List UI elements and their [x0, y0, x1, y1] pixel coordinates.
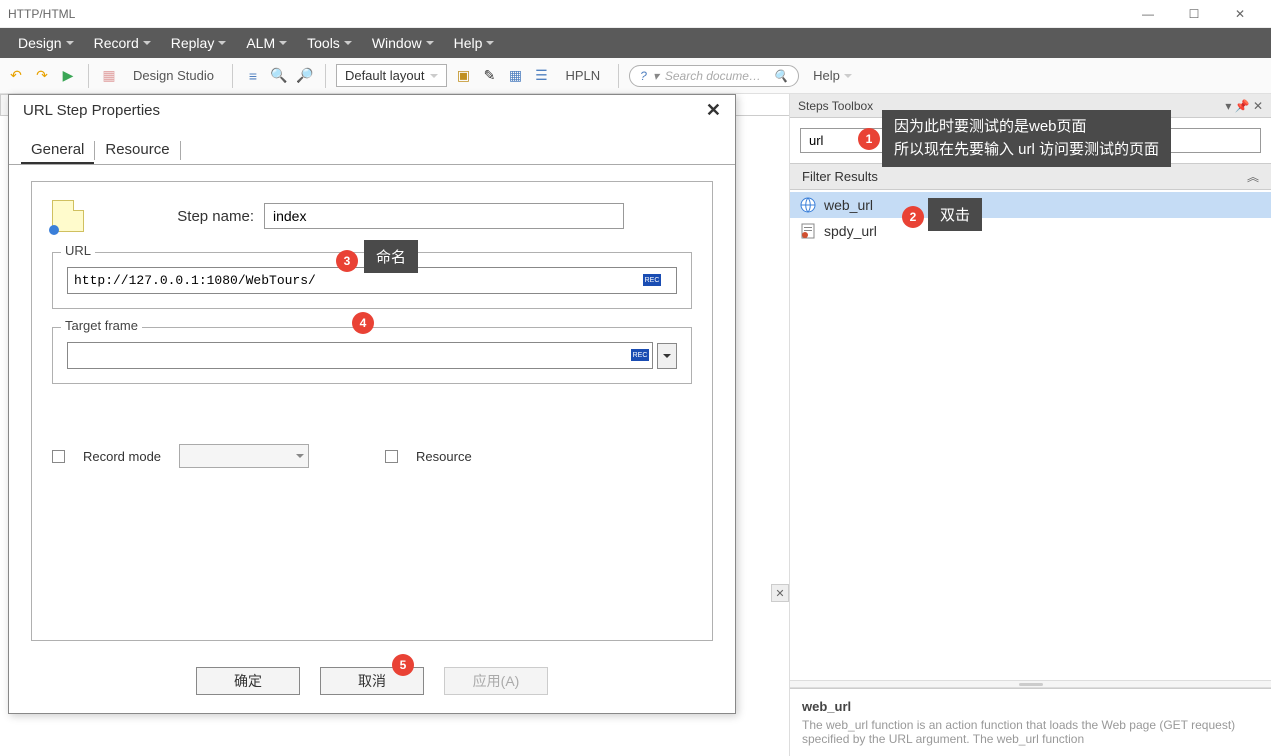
play-icon[interactable]: ▶: [58, 66, 78, 86]
annotation-badge-2: 2: [902, 206, 924, 228]
url-legend: URL: [61, 243, 95, 258]
annotation-badge-3: 3: [336, 250, 358, 272]
help-title: web_url: [802, 699, 1259, 714]
close-button[interactable]: ✕: [1217, 1, 1263, 27]
tab-resource[interactable]: Resource: [95, 137, 179, 164]
page-icon: [800, 223, 816, 239]
rec-tag-icon: REC: [643, 274, 661, 286]
globe-icon: [800, 197, 816, 213]
resource-label: Resource: [416, 449, 472, 464]
chevron-down-icon: [844, 74, 852, 78]
result-label: spdy_url: [824, 223, 877, 239]
redo-icon[interactable]: ↷: [32, 66, 52, 86]
search-icon[interactable]: 🔍: [269, 66, 289, 86]
record-mode-combo[interactable]: [179, 444, 309, 468]
zoom-icon[interactable]: 🔎: [295, 66, 315, 86]
layout-dropdown[interactable]: Default layout: [336, 64, 448, 87]
annotation-tooltip-1: 因为此时要测试的是web页面 所以现在先要输入 url 访问要测试的页面: [882, 110, 1171, 167]
filter-results-header[interactable]: Filter Results ︽: [790, 163, 1271, 190]
chevron-down-icon: [218, 41, 226, 45]
chevron-down-icon: [279, 41, 287, 45]
chevron-down-icon: [143, 41, 151, 45]
annotation-tooltip-3: 命名: [364, 240, 418, 273]
list-icon[interactable]: ≡: [243, 66, 263, 86]
brush-icon[interactable]: ✎: [479, 66, 499, 86]
tool-icon-1[interactable]: ▣: [453, 66, 473, 86]
chevron-down-icon: [344, 41, 352, 45]
rec-tag-icon: REC: [631, 349, 649, 361]
target-frame-input[interactable]: [67, 342, 653, 369]
result-label: web_url: [824, 197, 873, 213]
steps-toolbox-panel: Steps Toolbox ▾ 📌 ✕ Filter Results ︽ web…: [789, 94, 1271, 756]
step-name-label: Step name:: [134, 208, 254, 225]
annotation-tooltip-2: 双击: [928, 198, 982, 231]
chevron-down-icon: [486, 41, 494, 45]
target-dropdown-button[interactable]: [657, 343, 677, 369]
step-name-input[interactable]: [264, 203, 624, 229]
help-text: The web_url function is an action functi…: [802, 718, 1259, 746]
chevron-down-icon: [296, 454, 304, 458]
window-title: HTTP/HTML: [8, 7, 75, 21]
menu-record[interactable]: Record: [84, 28, 161, 58]
splitter[interactable]: [790, 680, 1271, 688]
help-button[interactable]: Help: [805, 66, 860, 85]
menu-alm[interactable]: ALM: [236, 28, 297, 58]
annotation-badge-1: 1: [858, 128, 880, 150]
apply-button[interactable]: 应用(A): [444, 667, 548, 695]
result-item-spdy-url[interactable]: spdy_url: [790, 218, 1271, 244]
panel-close-icon[interactable]: ✕: [771, 584, 789, 602]
url-step-properties-dialog: URL Step Properties ✕ General Resource S…: [8, 94, 736, 714]
menu-replay[interactable]: Replay: [161, 28, 237, 58]
align-icon[interactable]: ☰: [531, 66, 551, 86]
chevron-down-icon: [430, 74, 438, 78]
design-studio-icon[interactable]: ▦: [99, 66, 119, 86]
design-studio-button[interactable]: Design Studio: [125, 66, 222, 85]
dialog-title-bar: URL Step Properties ✕: [9, 95, 735, 127]
help-panel: web_url The web_url function is an actio…: [790, 688, 1271, 756]
menu-window[interactable]: Window: [362, 28, 444, 58]
target-frame-fieldset: Target frame REC: [52, 327, 692, 384]
pin-icon[interactable]: ▾ 📌 ✕: [1225, 99, 1263, 113]
menu-design[interactable]: Design: [8, 28, 84, 58]
help-icon: ?: [640, 69, 647, 83]
dialog-close-button[interactable]: ✕: [706, 100, 721, 121]
maximize-button[interactable]: ☐: [1171, 1, 1217, 27]
grid-icon[interactable]: ▦: [505, 66, 525, 86]
collapse-icon[interactable]: ︽: [1247, 168, 1259, 185]
menu-help[interactable]: Help: [444, 28, 505, 58]
result-item-web-url[interactable]: web_url: [790, 192, 1271, 218]
target-frame-legend: Target frame: [61, 318, 142, 333]
menu-bar: Design Record Replay ALM Tools Window He…: [0, 28, 1271, 58]
record-mode-label: Record mode: [83, 449, 161, 464]
result-list: web_url spdy_url: [790, 190, 1271, 246]
menu-tools[interactable]: Tools: [297, 28, 362, 58]
toolbar: ↶ ↷ ▶ ▦ Design Studio ≡ 🔍 🔎 Default layo…: [0, 58, 1271, 94]
hpln-button[interactable]: HPLN: [557, 66, 608, 85]
dialog-tabs: General Resource: [9, 127, 735, 165]
ok-button[interactable]: 确定: [196, 667, 300, 695]
annotation-badge-5: 5: [392, 654, 414, 676]
resource-checkbox[interactable]: [385, 450, 398, 463]
annotation-badge-4: 4: [352, 312, 374, 334]
chevron-down-icon: [426, 41, 434, 45]
search-input[interactable]: ? ▾ Search docume… 🔍: [629, 65, 799, 87]
chevron-down-icon: [66, 41, 74, 45]
tab-general[interactable]: General: [21, 137, 94, 164]
record-mode-checkbox[interactable]: [52, 450, 65, 463]
chevron-down-icon: [663, 354, 671, 358]
dialog-title: URL Step Properties: [23, 102, 160, 119]
minimize-button[interactable]: —: [1125, 1, 1171, 27]
step-icon: [52, 200, 84, 232]
undo-icon[interactable]: ↶: [6, 66, 26, 86]
title-bar: HTTP/HTML — ☐ ✕: [0, 0, 1271, 28]
